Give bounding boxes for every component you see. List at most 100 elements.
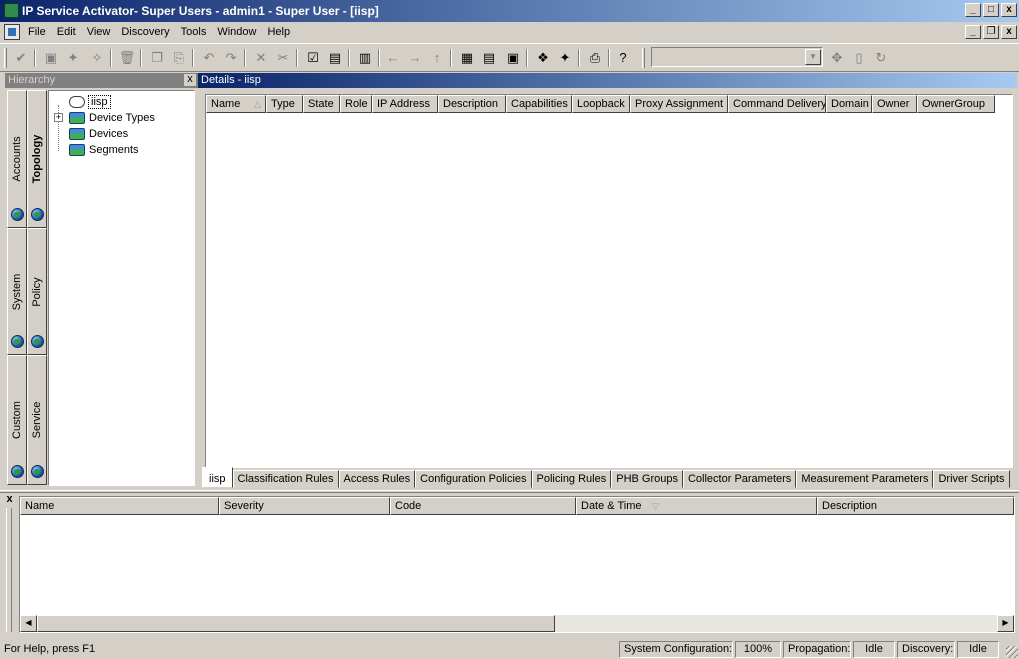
commit-icon[interactable]: ✦ xyxy=(64,49,82,67)
copy-icon[interactable]: ❐ xyxy=(148,49,166,67)
scroll-left-icon[interactable]: ◀ xyxy=(20,615,37,632)
menu-tools[interactable]: Tools xyxy=(181,25,214,39)
policy-icon[interactable]: ❖ xyxy=(534,49,552,67)
scroll-right-icon[interactable]: ▶ xyxy=(997,615,1014,632)
column-domain[interactable]: Domain xyxy=(826,95,872,113)
tab-system[interactable]: System xyxy=(7,228,27,355)
app-icon[interactable] xyxy=(4,3,19,18)
details-title-bar: Details - iisp xyxy=(198,73,1017,88)
tab-classification-rules[interactable]: Classification Rules xyxy=(232,470,339,488)
tab-iisp[interactable]: iisp xyxy=(202,467,233,488)
mdi-close-button[interactable]: x xyxy=(1001,25,1017,39)
close-button[interactable]: x xyxy=(1001,3,1017,17)
menu-discovery[interactable]: Discovery xyxy=(121,25,176,39)
check-icon[interactable]: ✔ xyxy=(12,49,30,67)
folder-globe-icon xyxy=(69,128,85,140)
log-close-button[interactable]: x xyxy=(4,494,15,505)
menu-help[interactable]: Help xyxy=(267,25,297,39)
tree-item-segments[interactable]: Segments xyxy=(69,142,139,158)
map-view-icon[interactable]: ▣ xyxy=(504,49,522,67)
log-list[interactable]: Name Severity Code Date & Time ▽ Descrip… xyxy=(19,496,1015,633)
status-sysconf-label: System Configuration: xyxy=(619,641,733,658)
scroll-thumb[interactable] xyxy=(37,615,555,632)
column-state[interactable]: State xyxy=(303,95,340,113)
tab-topology[interactable]: Topology xyxy=(27,90,47,228)
properties-icon[interactable]: ☑ xyxy=(304,49,322,67)
report-icon[interactable]: ▥ xyxy=(356,49,374,67)
tree-item-devices[interactable]: Devices xyxy=(69,126,128,142)
log-column-name[interactable]: Name xyxy=(20,497,219,515)
column-ip-address[interactable]: IP Address xyxy=(372,95,438,113)
details-view-icon[interactable]: ▦ xyxy=(458,49,476,67)
tree-item-device-types[interactable]: Device Types xyxy=(69,110,155,126)
menu-edit[interactable]: Edit xyxy=(57,25,83,39)
splitter[interactable] xyxy=(0,490,1019,493)
redo-icon[interactable]: ↷ xyxy=(222,49,240,67)
tab-phb-groups[interactable]: PHB Groups xyxy=(611,470,683,488)
column-owner[interactable]: Owner xyxy=(872,95,917,113)
maximize-button[interactable]: □ xyxy=(983,3,999,17)
tab-label: Policy xyxy=(31,276,43,307)
mdi-child-icon[interactable] xyxy=(4,24,20,40)
refresh-icon[interactable]: ↻ xyxy=(872,49,890,67)
log-column-date-time[interactable]: Date & Time ▽ xyxy=(576,497,817,515)
details-list[interactable]: Name △ Type State Role IP Address Descri… xyxy=(205,94,1013,468)
column-command-delivery[interactable]: Command Delivery xyxy=(728,95,826,113)
log-grip[interactable] xyxy=(6,508,12,632)
save-icon[interactable]: ▣ xyxy=(42,49,60,67)
move-icon[interactable]: ✥ xyxy=(828,49,846,67)
chevron-down-icon[interactable]: ▼ xyxy=(805,49,821,65)
log-column-severity[interactable]: Severity xyxy=(219,497,390,515)
toolbar-grip[interactable] xyxy=(642,48,645,68)
tab-custom[interactable]: Custom xyxy=(7,355,27,485)
paste-icon[interactable]: ⎘ xyxy=(170,49,188,67)
help-icon[interactable]: ? xyxy=(614,49,632,67)
cut-icon[interactable]: ✕ xyxy=(252,49,270,67)
column-name[interactable]: Name △ xyxy=(206,95,266,113)
log-column-code[interactable]: Code xyxy=(390,497,576,515)
column-ownergroup[interactable]: OwnerGroup xyxy=(917,95,995,113)
toolbar-combo[interactable]: ▼ xyxy=(651,47,823,67)
tab-driver-scripts[interactable]: Driver Scripts xyxy=(933,470,1010,488)
delete-icon[interactable]: 🗑 xyxy=(118,49,136,67)
tab-service[interactable]: Service xyxy=(27,355,47,485)
menu-window[interactable]: Window xyxy=(217,25,263,39)
hierarchy-close-button[interactable]: x xyxy=(184,74,196,86)
toolbar-grip[interactable] xyxy=(4,48,7,68)
minimize-button[interactable]: _ xyxy=(965,3,981,17)
tree-item-iisp[interactable]: iisp xyxy=(69,94,111,110)
tab-collector-parameters[interactable]: Collector Parameters xyxy=(682,470,797,488)
list-view-icon[interactable]: ▤ xyxy=(480,49,498,67)
column-description[interactable]: Description xyxy=(438,95,506,113)
print-icon[interactable]: ⎙ xyxy=(586,49,604,67)
column-proxy-assignment[interactable]: Proxy Assignment xyxy=(630,95,728,113)
tab-policy[interactable]: Policy xyxy=(27,228,47,355)
column-role[interactable]: Role xyxy=(340,95,372,113)
tab-configuration-policies[interactable]: Configuration Policies xyxy=(415,470,532,488)
toolbar-separator xyxy=(378,49,380,67)
log-column-description[interactable]: Description xyxy=(817,497,1014,515)
tab-policing-rules[interactable]: Policing Rules xyxy=(531,470,612,488)
unlink-icon[interactable]: ✂ xyxy=(274,49,292,67)
mdi-restore-button[interactable]: ❐ xyxy=(983,25,999,39)
tab-measurement-parameters[interactable]: Measurement Parameters xyxy=(796,470,934,488)
tab-accounts[interactable]: Accounts xyxy=(7,90,27,228)
column-loopback[interactable]: Loopback xyxy=(572,95,630,113)
menu-file[interactable]: File xyxy=(28,25,53,39)
back-arrow-icon[interactable]: ← xyxy=(384,49,402,67)
rule-icon[interactable]: ✦ xyxy=(556,49,574,67)
column-type[interactable]: Type xyxy=(266,95,303,113)
window-icon[interactable]: ▤ xyxy=(326,49,344,67)
column-capabilities[interactable]: Capabilities xyxy=(506,95,572,113)
mdi-minimize-button[interactable]: _ xyxy=(965,25,981,39)
page-icon[interactable]: ▯ xyxy=(850,49,868,67)
tree-expander[interactable]: + xyxy=(54,113,63,122)
menu-view[interactable]: View xyxy=(87,25,118,39)
discard-icon[interactable]: ✧ xyxy=(88,49,106,67)
undo-icon[interactable]: ↶ xyxy=(200,49,218,67)
size-grip[interactable] xyxy=(1006,646,1018,658)
horizontal-scrollbar[interactable]: ◀ ▶ xyxy=(20,615,1014,632)
up-arrow-icon[interactable]: ↑ xyxy=(428,49,446,67)
forward-arrow-icon[interactable]: → xyxy=(406,49,424,67)
tab-access-rules[interactable]: Access Rules xyxy=(338,470,416,488)
